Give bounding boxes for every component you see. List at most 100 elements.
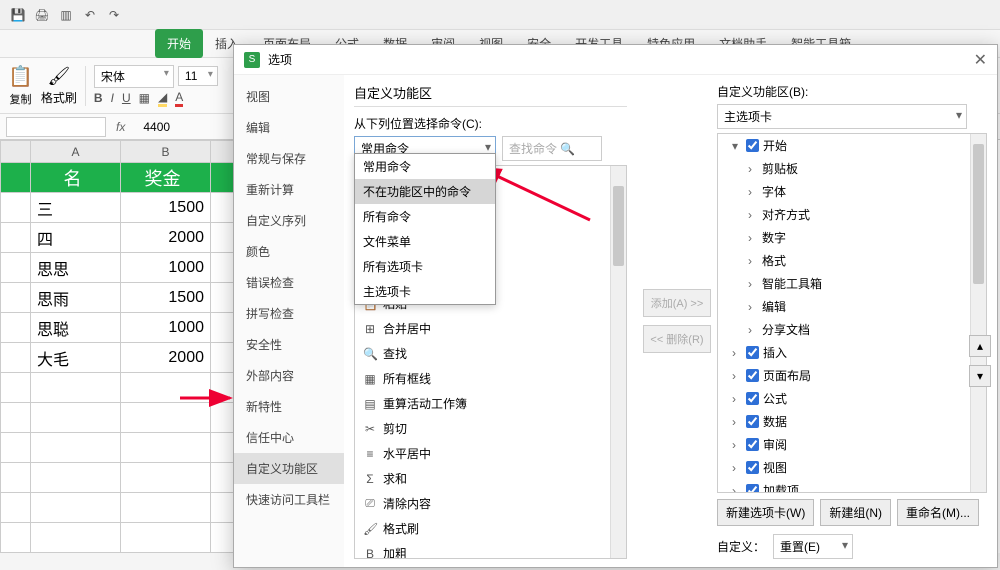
tree-node[interactable]: ›数字	[718, 226, 986, 249]
new-tab-button[interactable]: 新建选项卡(W)	[717, 499, 814, 526]
ribbon-tab[interactable]: 开始	[155, 29, 203, 58]
fx-icon[interactable]: fx	[116, 120, 125, 134]
tree-node[interactable]: ›字体	[718, 180, 986, 203]
print-icon[interactable]: 🖨	[32, 5, 52, 25]
dropdown-option[interactable]: 不在功能区中的命令	[355, 179, 495, 204]
tree-node[interactable]: ›页面布局	[718, 364, 986, 387]
undo-icon[interactable]: ↶	[80, 5, 100, 25]
dropdown-option[interactable]: 所有命令	[355, 204, 495, 229]
scrollbar[interactable]	[970, 134, 986, 492]
tree-node[interactable]: ›审阅	[718, 433, 986, 456]
customize-label: 自定义：	[717, 538, 765, 555]
tree-checkbox[interactable]	[746, 438, 759, 451]
dropdown-option[interactable]: 主选项卡	[355, 279, 495, 304]
options-dialog: S 选项 ✕ 视图编辑常规与保存重新计算自定义序列颜色错误检查拼写检查安全性外部…	[233, 44, 998, 568]
nav-item[interactable]: 信任中心	[234, 422, 344, 453]
tree-node[interactable]: ›格式	[718, 249, 986, 272]
save-icon[interactable]: 💾	[8, 5, 28, 25]
name-box[interactable]	[6, 117, 106, 137]
font-family-combo[interactable]: 宋体	[94, 65, 174, 88]
command-icon: ▦	[363, 372, 377, 386]
move-down-button[interactable]: ▾	[969, 365, 991, 387]
italic-button[interactable]: I	[111, 91, 114, 105]
font-size-combo[interactable]: 11	[178, 66, 218, 86]
add-button[interactable]: 添加(A) >>	[643, 289, 711, 317]
nav-item[interactable]: 自定义序列	[234, 205, 344, 236]
paste-icon[interactable]: 📋	[8, 64, 33, 89]
command-item[interactable]: Σ求和▸	[355, 466, 626, 491]
tree-node[interactable]: ›分享文档	[718, 318, 986, 341]
nav-item[interactable]: 自定义功能区	[234, 453, 344, 484]
command-item[interactable]: 🖌格式刷	[355, 516, 626, 541]
tree-checkbox[interactable]	[746, 139, 759, 152]
command-item[interactable]: 🔍查找	[355, 341, 626, 366]
command-item[interactable]: ⎚清除内容	[355, 491, 626, 516]
tree-node[interactable]: ›公式	[718, 387, 986, 410]
tree-checkbox[interactable]	[746, 484, 759, 493]
move-up-button[interactable]: ▴	[969, 335, 991, 357]
font-color-button[interactable]: A	[175, 90, 183, 107]
formula-value[interactable]: 4400	[135, 118, 178, 136]
options-nav: 视图编辑常规与保存重新计算自定义序列颜色错误检查拼写检查安全性外部内容新特性信任…	[234, 75, 344, 567]
nav-item[interactable]: 外部内容	[234, 360, 344, 391]
redo-icon[interactable]: ↷	[104, 5, 124, 25]
command-icon: 🖌	[363, 522, 377, 536]
dropdown-option[interactable]: 文件菜单	[355, 229, 495, 254]
close-button[interactable]: ✕	[974, 50, 987, 70]
tree-node[interactable]: ›智能工具箱	[718, 272, 986, 295]
border-button[interactable]: ▦	[139, 91, 150, 105]
section-title: 自定义功能区	[354, 83, 627, 102]
tree-node[interactable]: ›视图	[718, 456, 986, 479]
bold-button[interactable]: B	[94, 91, 103, 105]
preview-icon[interactable]: ▥	[56, 5, 76, 25]
nav-item[interactable]: 颜色	[234, 236, 344, 267]
remove-button[interactable]: << 删除(R)	[643, 325, 711, 353]
underline-button[interactable]: U	[122, 91, 131, 105]
tree-node[interactable]: ›对齐方式	[718, 203, 986, 226]
choose-commands-dropdown[interactable]: 常用命令不在功能区中的命令所有命令文件菜单所有选项卡主选项卡	[354, 153, 496, 305]
tree-checkbox[interactable]	[746, 392, 759, 405]
nav-item[interactable]: 编辑	[234, 112, 344, 143]
tree-node[interactable]: ›剪贴板	[718, 157, 986, 180]
customize-ribbon-label: 自定义功能区(B):	[717, 83, 987, 100]
tree-node[interactable]: ›数据	[718, 410, 986, 433]
ribbon-tree[interactable]: ▾开始›剪贴板›字体›对齐方式›数字›格式›智能工具箱›编辑›分享文档›插入›页…	[717, 133, 987, 493]
tree-node[interactable]: ›编辑	[718, 295, 986, 318]
nav-item[interactable]: 安全性	[234, 329, 344, 360]
tree-checkbox[interactable]	[746, 415, 759, 428]
quick-access-toolbar: 💾 🖨 ▥ ↶ ↷	[0, 0, 1000, 30]
nav-item[interactable]: 错误检查	[234, 267, 344, 298]
tree-checkbox[interactable]	[746, 461, 759, 474]
tree-node[interactable]: ›插入	[718, 341, 986, 364]
tree-node[interactable]: ›加载项	[718, 479, 986, 493]
copy-label: 复制	[9, 91, 31, 107]
nav-item[interactable]: 拼写检查	[234, 298, 344, 329]
command-item[interactable]: ▦所有框线▸	[355, 366, 626, 391]
command-icon: Σ	[363, 472, 377, 486]
command-item[interactable]: ✂剪切	[355, 416, 626, 441]
command-icon: ⎚	[363, 496, 377, 511]
command-item[interactable]: ≡水平居中	[355, 441, 626, 466]
tree-node[interactable]: ▾开始	[718, 134, 986, 157]
command-item[interactable]: ▤重算活动工作簿	[355, 391, 626, 416]
nav-item[interactable]: 常规与保存	[234, 143, 344, 174]
nav-item[interactable]: 新特性	[234, 391, 344, 422]
scrollbar[interactable]	[610, 166, 626, 558]
nav-item[interactable]: 重新计算	[234, 174, 344, 205]
dropdown-option[interactable]: 所有选项卡	[355, 254, 495, 279]
search-command-input[interactable]: 查找命令 🔍	[502, 136, 602, 161]
command-icon: ✂	[363, 422, 377, 436]
format-painter-icon[interactable]: 🖌	[47, 66, 70, 87]
new-group-button[interactable]: 新建组(N)	[820, 499, 891, 526]
rename-button[interactable]: 重命名(M)...	[897, 499, 979, 526]
command-item[interactable]: ⊞合并居中▸	[355, 316, 626, 341]
command-item[interactable]: B加粗	[355, 541, 626, 559]
tree-checkbox[interactable]	[746, 346, 759, 359]
reset-combo[interactable]: 重置(E)	[773, 534, 853, 559]
nav-item[interactable]: 快速访问工具栏	[234, 484, 344, 515]
fill-color-button[interactable]: ◢	[158, 90, 167, 107]
dropdown-option[interactable]: 常用命令	[355, 154, 495, 179]
nav-item[interactable]: 视图	[234, 81, 344, 112]
ribbon-scope-combo[interactable]: 主选项卡	[717, 104, 967, 129]
tree-checkbox[interactable]	[746, 369, 759, 382]
